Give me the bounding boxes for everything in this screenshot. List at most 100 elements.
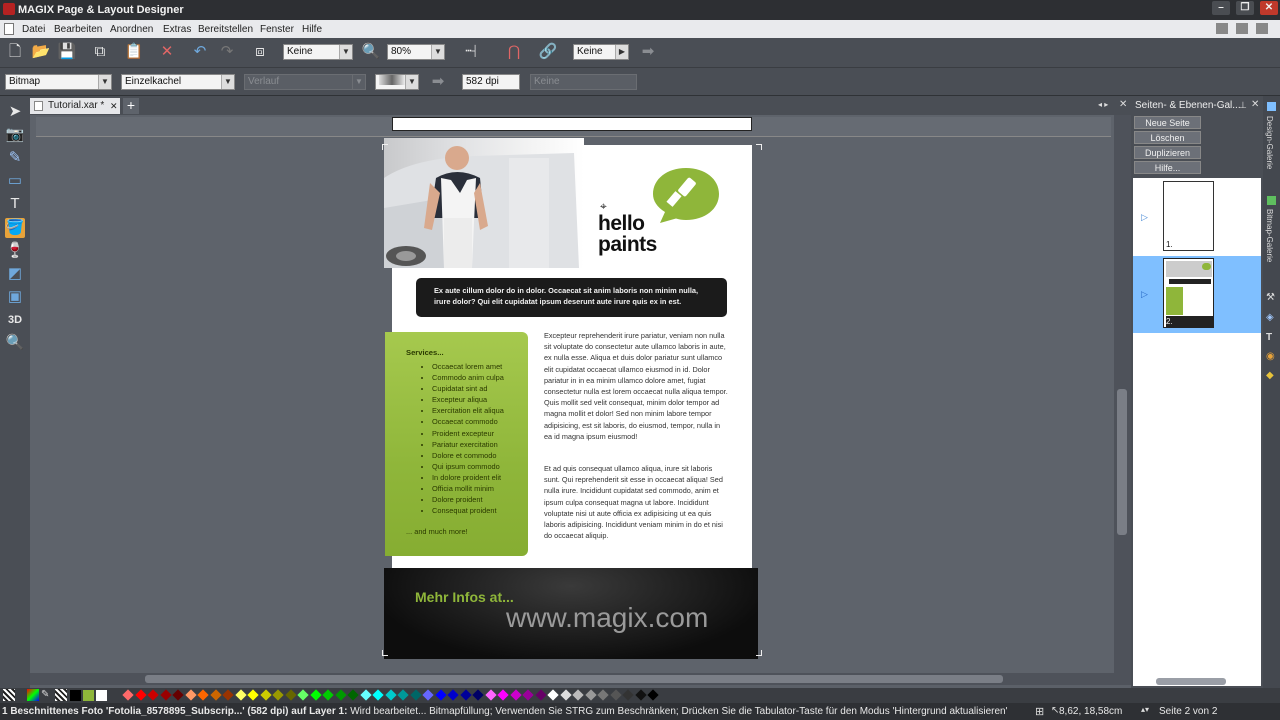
selection-handle[interactable] (382, 144, 388, 150)
minimize-button[interactable]: – (1212, 1, 1230, 15)
help-button[interactable]: Hilfe... (1134, 161, 1201, 174)
bitmap-picker[interactable]: ▼ (375, 74, 419, 90)
page-thumbnail-list[interactable] (1133, 178, 1261, 686)
tag-gallery-icon[interactable]: ◆ (1266, 370, 1274, 381)
new-file-icon[interactable]: 🗋 (5, 42, 25, 62)
fill-tool-icon[interactable]: 🪣 (5, 218, 25, 238)
selection-handle[interactable] (382, 650, 388, 656)
menu-bereitstellen[interactable]: Bereitstellen (198, 24, 253, 35)
footer-banner[interactable]: Mehr Infos at... www.magix.com (384, 568, 758, 659)
brand-green-swatch[interactable] (83, 690, 94, 701)
zoom-tool-icon[interactable]: 🔍 (5, 333, 25, 353)
color-gallery-icon[interactable]: ◉ (1266, 351, 1275, 362)
magnet-icon[interactable]: ⋂ (504, 42, 524, 62)
paste-icon[interactable]: 📋 (124, 42, 144, 62)
horizontal-scroll-thumb[interactable] (145, 675, 1003, 683)
transparency-tool-icon[interactable]: 🍷 (5, 241, 25, 261)
rectangle-tool-icon[interactable]: ▭ (5, 171, 25, 191)
page-2-thumbnail[interactable]: 2. (1163, 258, 1214, 328)
tools-icon[interactable]: ⚒ (1266, 292, 1275, 303)
list-item: Officia mollit minim (432, 483, 528, 494)
open-folder-icon[interactable]: 📂 (31, 42, 51, 62)
tab-tutorial[interactable]: Tutorial.xar * ✕ (30, 98, 120, 114)
black-swatch[interactable] (70, 690, 81, 701)
zoom-icon[interactable]: 🔍 (361, 42, 381, 62)
text-tool-icon[interactable]: T (5, 194, 25, 214)
menu-hilfe[interactable]: Hilfe (302, 24, 322, 35)
snap-icon[interactable]: ⊞ (1035, 705, 1044, 718)
close-button[interactable]: ✕ (1260, 1, 1278, 15)
doc-close-button[interactable] (1256, 23, 1268, 34)
link-icon[interactable]: 🔗 (538, 42, 558, 62)
tab-nav-arrows[interactable]: ◂ ▸ (1098, 100, 1108, 109)
page-nav-arrows[interactable]: ▴▾ (1141, 705, 1149, 714)
body-paragraph-2[interactable]: Et ad quis consequat ullamco aliqua, iru… (544, 463, 728, 541)
page-2-expand-icon[interactable]: ▷ (1141, 289, 1148, 300)
design-gallery-tab[interactable]: Design-Galerie (1265, 116, 1274, 169)
selector-tool-icon[interactable]: ➤ (5, 102, 25, 122)
bevel-tool-icon[interactable]: ▣ (5, 287, 25, 307)
intro-box[interactable]: Ex aute cillum dolor do in dolor. Occaec… (416, 278, 727, 317)
eyedropper-icon[interactable]: ✎ (41, 689, 49, 700)
selection-handle[interactable] (756, 144, 762, 150)
painter-photo[interactable] (384, 138, 584, 268)
menu-datei[interactable]: Datei (22, 24, 45, 35)
delete-page-button[interactable]: Löschen (1134, 131, 1201, 144)
delete-icon[interactable]: ✕ (157, 42, 177, 62)
list-item: Occaecat commodo (432, 416, 528, 427)
maximize-button[interactable]: ❐ (1236, 1, 1254, 15)
horizontal-scrollbar[interactable] (30, 673, 1131, 685)
menu-extras[interactable]: Extras (163, 24, 191, 35)
no-color-swatch[interactable] (3, 689, 15, 701)
doc-restore-button[interactable] (1236, 23, 1248, 34)
close-doc-icon[interactable]: ✕ (1119, 99, 1127, 110)
dpi-field[interactable]: 582 dpi (462, 74, 520, 90)
transparent-swatch[interactable] (55, 689, 67, 701)
white-swatch[interactable] (96, 690, 107, 701)
arrow-right-icon[interactable]: ➡ (638, 42, 658, 62)
page-1-expand-icon[interactable]: ▷ (1141, 212, 1148, 223)
doc-minimize-button[interactable] (1216, 23, 1228, 34)
bitmap-gallery-icon[interactable] (1267, 196, 1276, 205)
duplicate-page-button[interactable]: Duplizieren (1134, 146, 1201, 159)
transform-icon[interactable]: ⧈ (250, 42, 270, 62)
color-picker-icon[interactable] (27, 689, 39, 701)
fill-gallery-icon[interactable]: ◈ (1266, 312, 1274, 323)
body-paragraph-1[interactable]: Excepteur reprehenderit irure pariatur, … (544, 330, 728, 442)
photo-tool-icon[interactable]: 📷 (5, 125, 25, 145)
font-gallery-icon[interactable]: T (1266, 332, 1272, 343)
redo-icon[interactable]: ↷ (217, 42, 237, 62)
save-icon[interactable]: 💾 (57, 42, 77, 62)
arrow-right-icon[interactable]: ➡ (428, 72, 448, 92)
close-panel-icon[interactable]: ✕ (1251, 99, 1259, 110)
add-tab-button[interactable]: + (123, 98, 139, 114)
selection-handle[interactable] (756, 650, 762, 656)
menu-anordnen[interactable]: Anordnen (110, 24, 153, 35)
pin-icon[interactable]: ⊥ (1239, 100, 1247, 111)
freehand-tool-icon[interactable]: ✎ (5, 148, 25, 168)
page-1-thumbnail[interactable]: 1. (1163, 181, 1214, 251)
effect-field[interactable]: Keine (530, 74, 637, 90)
copy-icon[interactable]: ⧉ (90, 42, 110, 62)
menu-fenster[interactable]: Fenster (260, 24, 294, 35)
3d-tool-icon[interactable]: 3D (5, 310, 25, 330)
fill-type-dropdown[interactable]: Bitmap ▼ (5, 74, 112, 90)
ruler-icon[interactable]: ┅┤ (462, 42, 482, 62)
design-gallery-icon[interactable] (1267, 102, 1276, 111)
new-page-button[interactable]: Neue Seite (1134, 116, 1201, 129)
tile-mode-dropdown[interactable]: Einzelkachel ▼ (121, 74, 235, 90)
bitmap-gallery-tab[interactable]: Bitmap-Galerie (1265, 209, 1274, 262)
vertical-scrollbar[interactable] (1114, 115, 1131, 675)
blend-mode-dropdown[interactable]: Keine ▼ (283, 44, 353, 60)
vertical-scroll-thumb[interactable] (1117, 389, 1127, 535)
shadow-tool-icon[interactable]: ◩ (5, 264, 25, 284)
gradient-dropdown[interactable]: Verlauf ▼ (244, 74, 366, 90)
gallery-scroll-thumb[interactable] (1156, 678, 1226, 685)
zoom-dropdown[interactable]: 80% ▼ (387, 44, 445, 60)
undo-icon[interactable]: ↶ (190, 42, 210, 62)
close-tab-icon[interactable]: ✕ (110, 98, 118, 114)
menu-bearbeiten[interactable]: Bearbeiten (54, 24, 102, 35)
quality-dropdown[interactable]: Keine ▶ (573, 44, 629, 60)
paintbrush-bubble-icon (653, 168, 719, 223)
services-panel[interactable]: Services... Occaecat lorem amet Commodo … (385, 332, 528, 556)
